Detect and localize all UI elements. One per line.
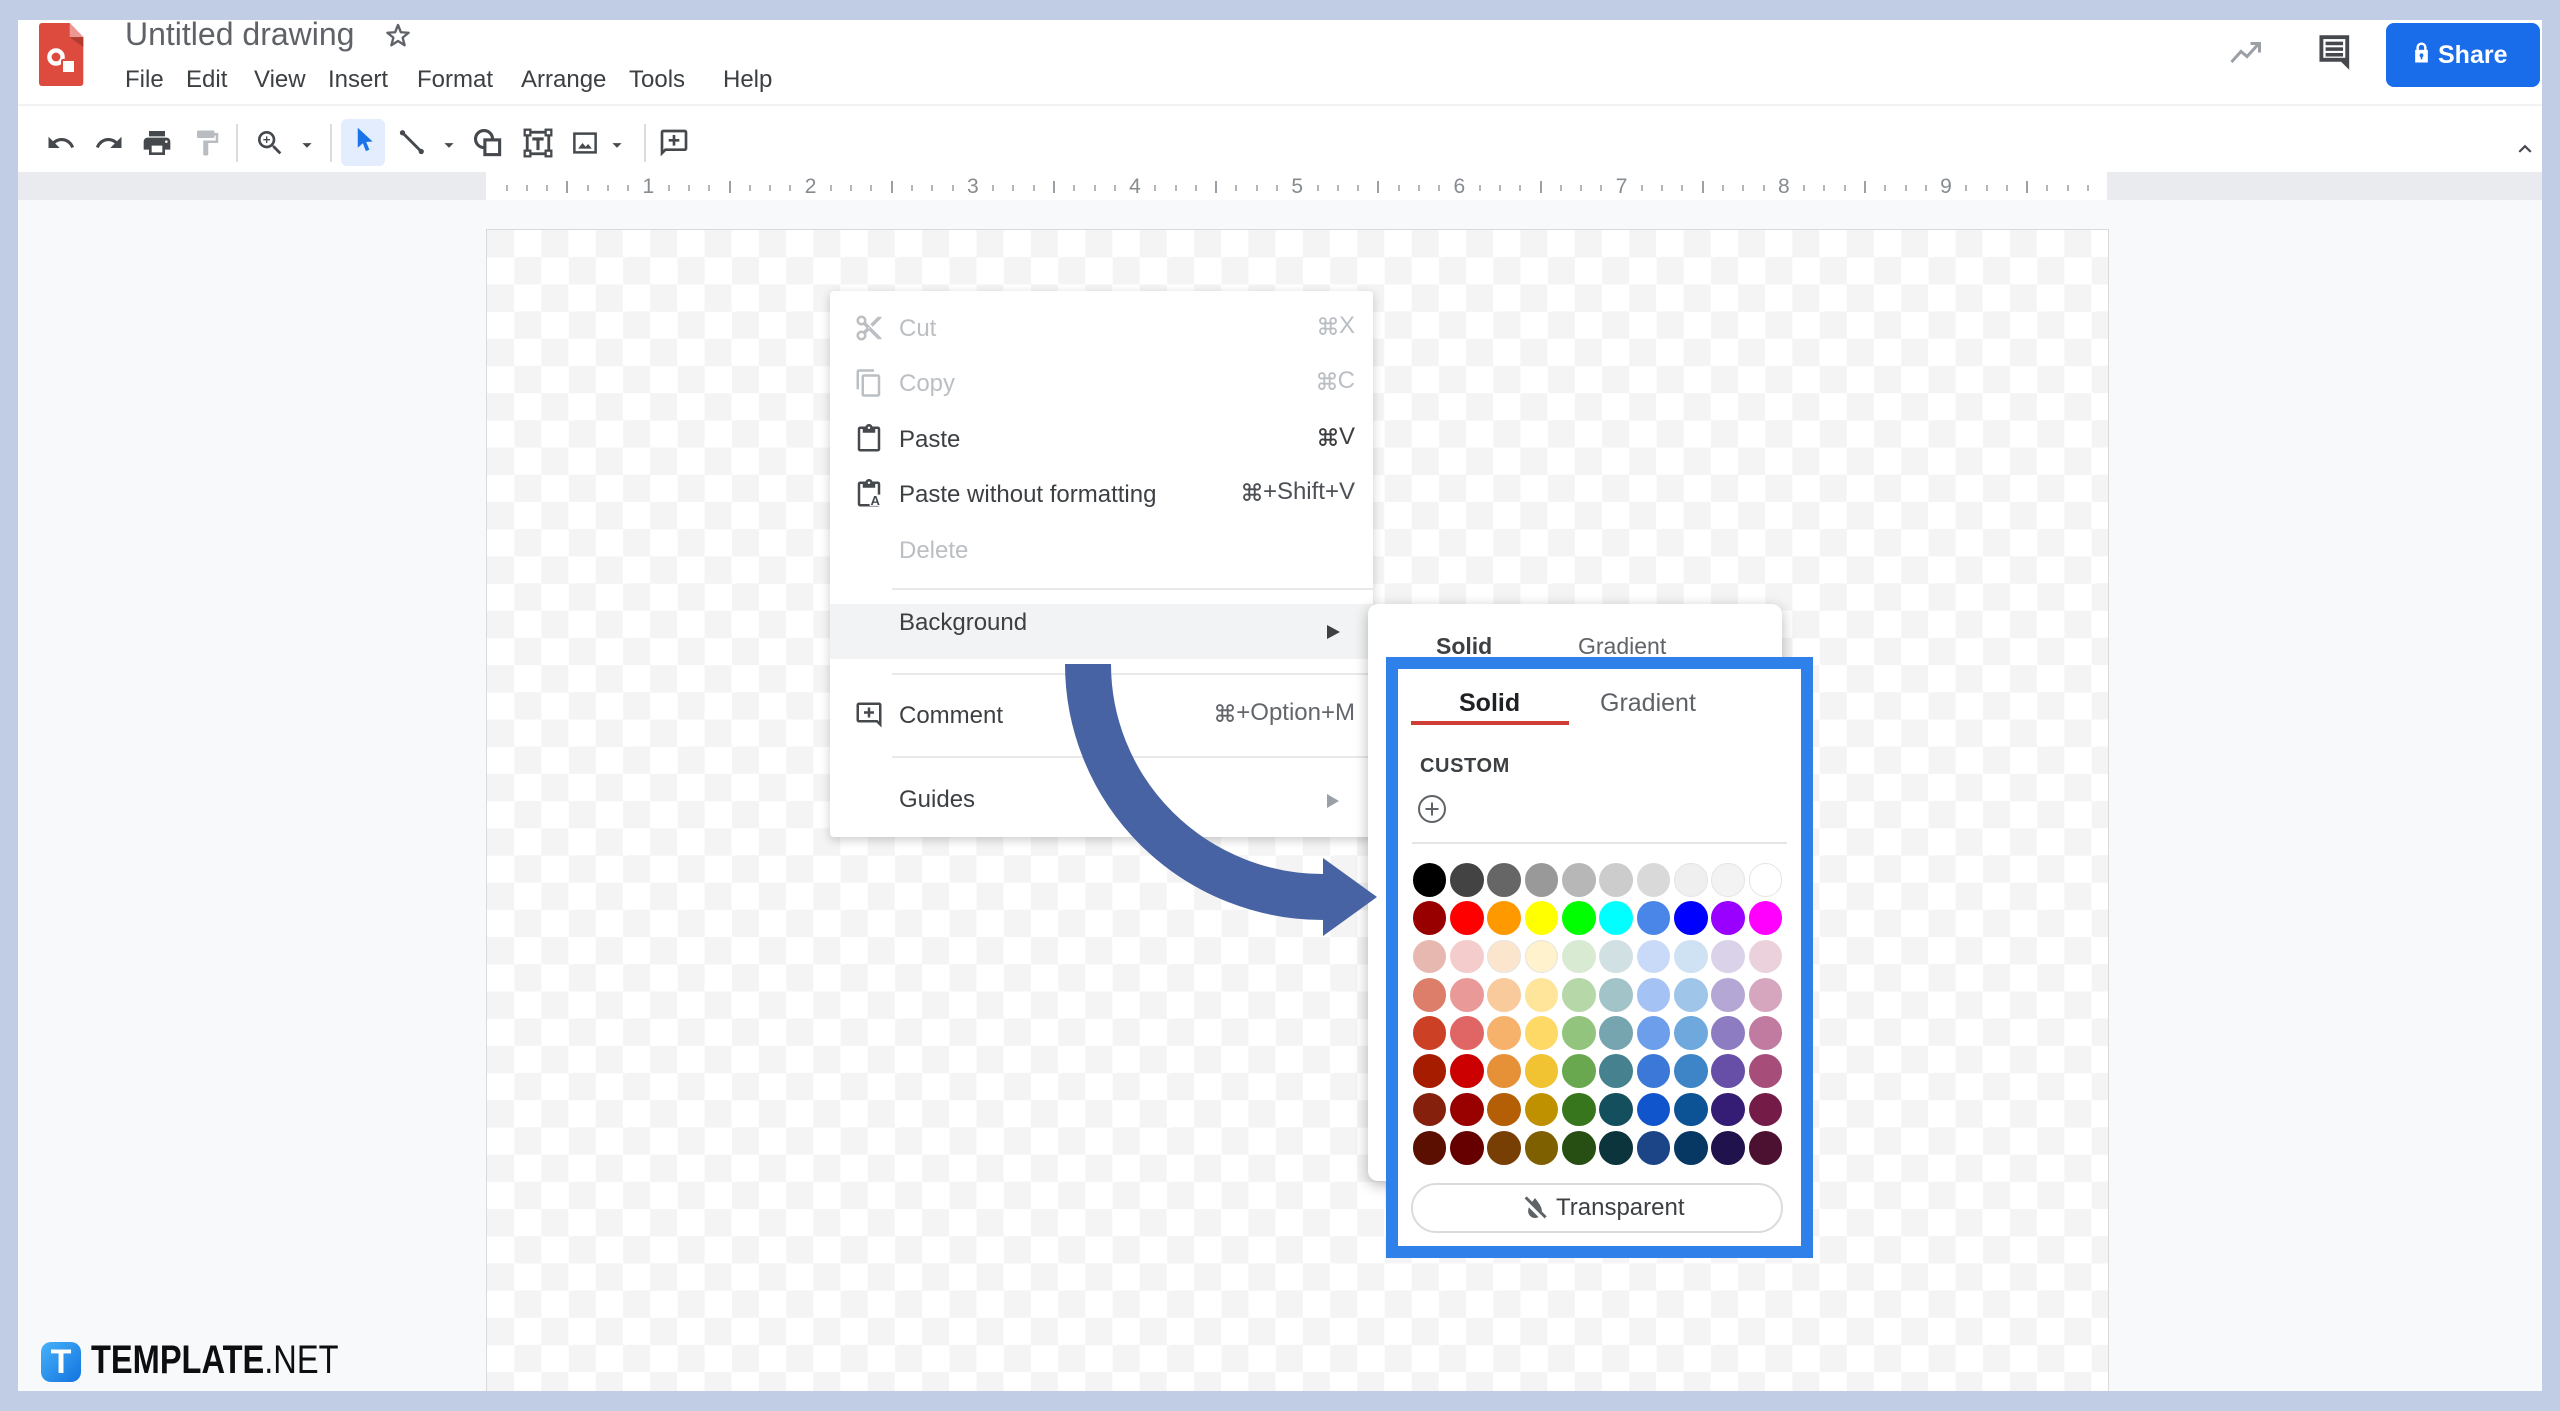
svg-text:A: A [871,493,881,508]
